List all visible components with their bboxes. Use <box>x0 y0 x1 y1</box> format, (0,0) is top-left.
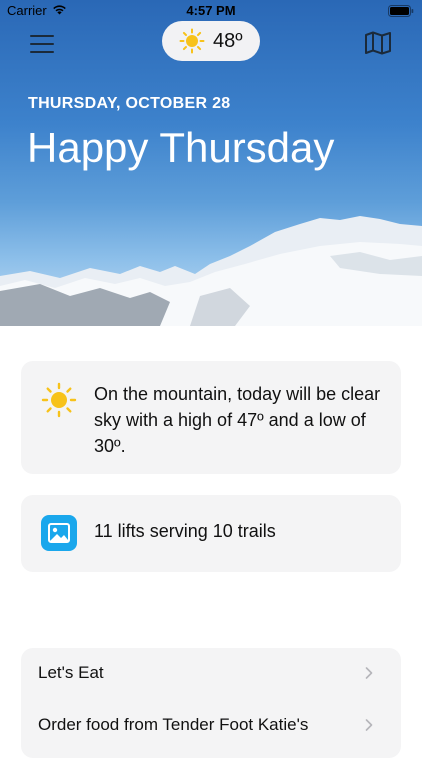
chevron-right-icon <box>365 667 373 679</box>
mountain-image <box>0 216 422 326</box>
sun-icon <box>179 28 205 54</box>
lifts-status-text: 11 lifts serving 10 trails <box>94 521 276 541</box>
list-item-order-food[interactable]: Order food from Tender Foot Katie's <box>21 700 401 750</box>
list-item-label: Order food from Tender Foot Katie's <box>38 715 309 734</box>
list-item-label: Let's Eat <box>38 663 104 682</box>
clock: 4:57 PM <box>186 3 236 18</box>
weather-summary-card: On the mountain, today will be clear sky… <box>21 361 401 474</box>
status-bar: Carrier 4:57 PM <box>0 0 422 22</box>
sun-icon <box>41 382 77 418</box>
photo-icon <box>41 515 77 551</box>
map-icon[interactable] <box>364 31 392 55</box>
food-card: Let's Eat Order food from Tender Foot Ka… <box>21 648 401 758</box>
date-heading: THURSDAY, OCTOBER 28 <box>28 95 231 112</box>
weather-summary-text: On the mountain, today will be clear sky… <box>94 384 381 456</box>
weather-pill[interactable]: 48º <box>162 21 260 61</box>
chevron-right-icon <box>365 719 373 731</box>
current-temperature: 48º <box>213 30 243 52</box>
lifts-status-card[interactable]: 11 lifts serving 10 trails <box>21 495 401 572</box>
greeting-title: Happy Thursday <box>27 124 335 171</box>
list-item-lets-eat[interactable]: Let's Eat <box>21 648 401 698</box>
menu-button[interactable] <box>28 32 58 56</box>
battery-icon <box>388 5 414 17</box>
